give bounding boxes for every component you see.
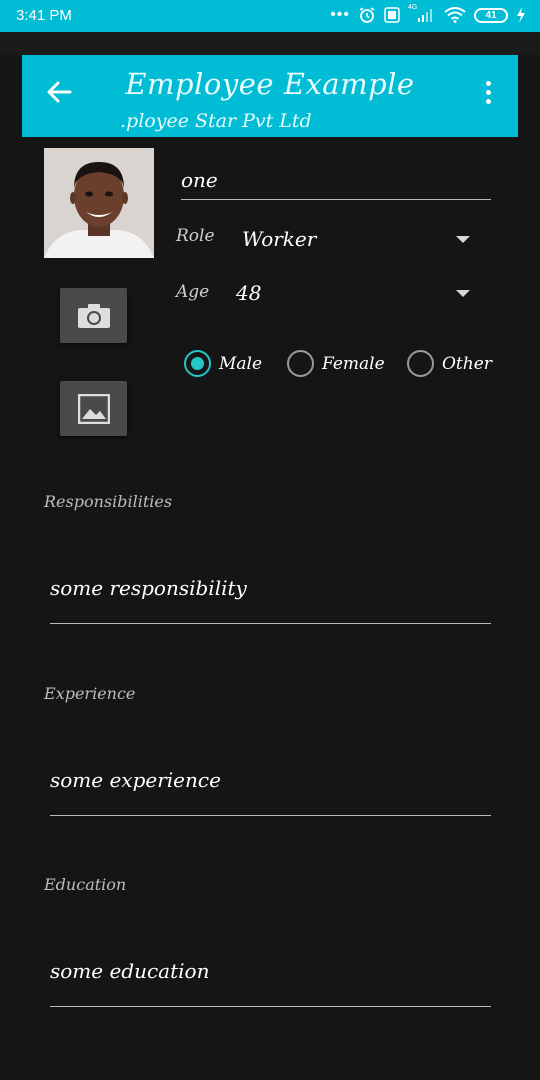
responsibilities-label: Responsibilities <box>44 492 173 511</box>
role-spinner[interactable]: Worker <box>236 222 486 258</box>
gender-male-label: Male <box>219 353 263 374</box>
age-spinner[interactable]: 48 <box>230 276 486 312</box>
employee-photo <box>44 148 154 258</box>
image-icon <box>77 393 110 424</box>
volte-icon <box>384 7 400 23</box>
status-bar: 3:41 PM ••• 4G 41 <box>0 0 540 32</box>
alarm-icon <box>359 7 375 23</box>
signal-icon: 4G <box>408 4 436 23</box>
gender-female-label: Female <box>322 353 385 374</box>
role-label: Role <box>176 226 215 246</box>
responsibilities-value: some responsibility <box>50 576 247 600</box>
age-label: Age <box>176 282 210 302</box>
more-notifications-icon: ••• <box>330 6 350 23</box>
responsibilities-input[interactable]: some responsibility <box>50 564 491 624</box>
employee-portrait <box>44 148 154 258</box>
toolbar-subtitle: ployee Star Pvt Ltd. <box>120 110 320 132</box>
gender-radio-other[interactable]: Other <box>407 350 492 377</box>
toolbar-subtitle-text: ployee Star Pvt Ltd. <box>120 110 312 132</box>
wifi-icon <box>444 7 466 23</box>
battery-icon: 41 <box>474 7 508 23</box>
camera-icon <box>77 303 110 328</box>
experience-label: Experience <box>44 684 136 703</box>
education-input[interactable]: some education <box>50 947 491 1007</box>
employee-name-input[interactable]: one <box>181 164 491 200</box>
education-value: some education <box>50 959 210 983</box>
age-dropdown-arrow-icon <box>456 290 470 297</box>
gender-other-label: Other <box>442 353 492 374</box>
status-icons: ••• 4G 41 <box>330 4 526 24</box>
status-time: 3:41 PM <box>16 7 72 24</box>
status-divider <box>0 32 540 55</box>
age-value: 48 <box>236 281 262 305</box>
employee-name-value: one <box>181 168 218 192</box>
experience-value: some experience <box>50 768 221 792</box>
experience-input[interactable]: some experience <box>50 756 491 816</box>
role-value: Worker <box>242 227 317 251</box>
app-toolbar: Employee Example ployee Star Pvt Ltd. <box>22 55 518 137</box>
gallery-button[interactable] <box>60 381 127 436</box>
radio-unchecked-icon <box>287 350 314 377</box>
camera-button[interactable] <box>60 288 127 343</box>
radio-checked-icon <box>184 350 211 377</box>
gender-radio-male[interactable]: Male <box>184 350 262 377</box>
toolbar-title: Employee Example <box>125 67 415 101</box>
gender-radio-female[interactable]: Female <box>287 350 385 377</box>
charging-icon <box>517 7 525 23</box>
role-dropdown-arrow-icon <box>456 236 470 243</box>
radio-unchecked-icon <box>407 350 434 377</box>
education-label: Education <box>44 875 127 894</box>
more-options-icon[interactable] <box>482 81 494 109</box>
